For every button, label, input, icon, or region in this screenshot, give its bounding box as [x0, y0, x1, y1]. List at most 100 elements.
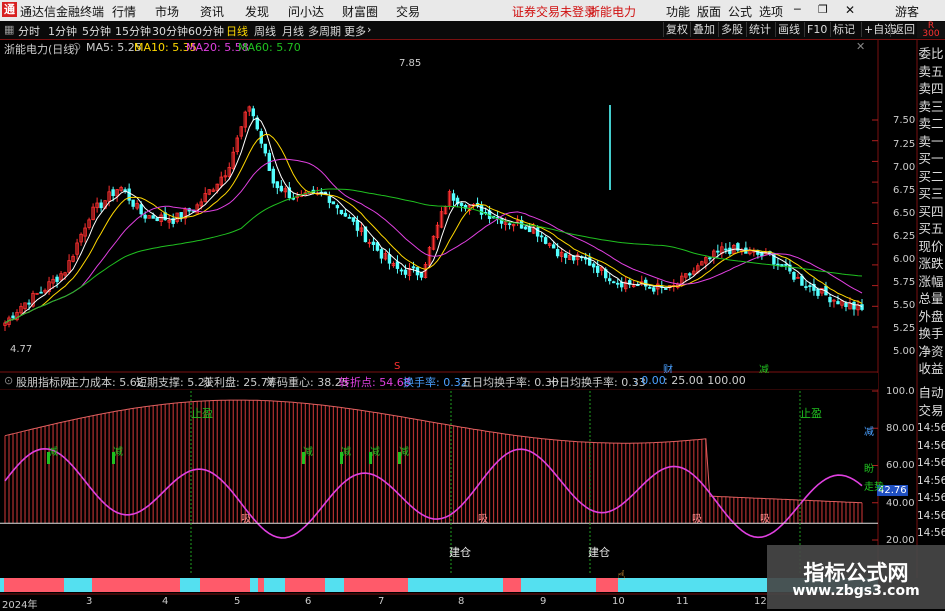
candle-body	[155, 217, 159, 222]
sidebar-item[interactable]: 14:56	[917, 420, 945, 438]
candle-body	[688, 273, 692, 276]
ind-support: 短期支撑: 5.21	[136, 376, 212, 389]
sidebar-item[interactable]: 14:56	[917, 490, 945, 508]
sidebar-item[interactable]: 交易	[917, 402, 945, 420]
candle-body	[860, 304, 864, 310]
sidebar-item[interactable]: 卖二	[917, 115, 945, 133]
sidebar-item[interactable]: 买三	[917, 185, 945, 203]
candle-body	[555, 249, 560, 257]
candle-body	[271, 168, 276, 184]
candle-body	[131, 199, 135, 207]
sidebar-item[interactable]: 委比	[917, 45, 945, 63]
indicator-info-bar: ⊙ 股朋指标网 主力成本: 5.62 短期支撑: 5.21 获利盘: 25.77…	[0, 373, 878, 389]
candle-body	[343, 212, 348, 217]
sidebar-item[interactable]: 买一	[917, 150, 945, 168]
build-position-label: 建仓	[588, 546, 610, 559]
candle-body	[395, 261, 400, 269]
sidebar-item[interactable]: 14:56	[917, 438, 945, 456]
candle-body	[387, 254, 392, 264]
sidebar-item[interactable]: 收益	[917, 360, 945, 378]
candle-body	[708, 257, 712, 260]
right-edge-label: 盼	[864, 464, 874, 475]
moving-average-lines	[4, 117, 863, 324]
candle-body	[451, 193, 456, 201]
price-grid	[872, 119, 878, 328]
candle-body	[27, 302, 31, 305]
ind-tick: 80.00	[886, 423, 915, 434]
ind-turning-point: 转折点: 54.68	[339, 376, 411, 389]
candle-body	[143, 214, 147, 219]
candle-body	[800, 275, 804, 286]
candle-body	[792, 272, 796, 280]
candle-body	[251, 108, 255, 117]
status-strip-red	[200, 578, 250, 592]
sidebar-item[interactable]: 买五	[917, 220, 945, 238]
price-tick: 5.50	[893, 300, 916, 311]
x-axis-label: 10	[612, 596, 625, 607]
sidebar-item[interactable]: 卖五	[917, 63, 945, 81]
chart-canvas	[0, 40, 918, 595]
sidebar-item[interactable]: 14:56	[917, 473, 945, 491]
sidebar-item[interactable]: 自动	[917, 384, 945, 402]
sidebar-item[interactable]: 卖一	[917, 133, 945, 151]
sidebar-item[interactable]: 14:56	[917, 508, 945, 526]
sidebar-item[interactable]: 买四	[917, 203, 945, 221]
candle-body	[127, 188, 131, 201]
candle-body	[804, 286, 808, 288]
candle-body	[411, 266, 416, 269]
x-axis-label: 6	[305, 596, 312, 607]
sidebar-item[interactable]: 涨跌	[917, 255, 945, 273]
indicator-name[interactable]: 股朋指标网	[16, 374, 71, 390]
price-tick: 7.50	[893, 115, 916, 126]
candle-body	[279, 185, 284, 192]
x-axis-label: 5	[234, 596, 241, 607]
x-axis-label: 7	[378, 596, 385, 607]
candle-body	[523, 226, 528, 230]
x-axis-label: 9	[540, 596, 547, 607]
sidebar-item[interactable]: 卖三	[917, 98, 945, 116]
sidebar-item[interactable]: 买二	[917, 168, 945, 186]
candle-body	[776, 263, 780, 266]
x-axis-label: 8	[458, 596, 465, 607]
candle-body	[347, 216, 352, 219]
ind-10d-turnover: 十日均换手率: 0.33	[548, 376, 646, 389]
candle-body	[716, 250, 720, 253]
candle-body	[99, 202, 103, 209]
sidebar-item[interactable]: 14:56	[917, 525, 945, 543]
sidebar-item[interactable]: 总量	[917, 290, 945, 308]
watermark-banner[interactable]: 指标公式网 www.zbgs3.com	[767, 545, 945, 609]
reduce-label: 减	[370, 447, 380, 458]
sidebar-item[interactable]: 外盘	[917, 308, 945, 326]
sidebar-item[interactable]: 净资	[917, 343, 945, 361]
candle-body	[551, 244, 556, 249]
candle-body	[371, 241, 376, 245]
x-axis-labels: 2024年 3 4 5 6 7 8 9 10 11 12	[0, 596, 878, 611]
sidebar-item[interactable]: 14:56	[917, 455, 945, 473]
ind-tick: 60.00	[886, 460, 915, 471]
reduce-label: 减	[303, 447, 313, 458]
ind-value-c: : 100.00	[700, 374, 746, 387]
indicator-settings-icon[interactable]: ⊙	[4, 374, 13, 387]
time-axis	[0, 578, 878, 595]
candle-body	[724, 248, 728, 251]
candle-body	[608, 278, 612, 282]
build-position-label: 建仓	[449, 546, 471, 559]
sidebar-item[interactable]: 现价	[917, 238, 945, 256]
reduce-label: 减	[113, 447, 123, 458]
sidebar-item[interactable]: 卖四	[917, 80, 945, 98]
status-strip-red	[92, 578, 180, 592]
candle-body	[784, 263, 788, 266]
candle-body	[612, 281, 616, 284]
candle-body	[836, 301, 840, 305]
candle-body	[563, 253, 568, 258]
candle-body	[595, 265, 600, 273]
candle-body	[808, 285, 812, 288]
candle-body	[591, 263, 596, 268]
candle-body	[351, 217, 356, 222]
sidebar-item[interactable]: 涨幅	[917, 273, 945, 291]
sidebar-item[interactable]: 换手	[917, 325, 945, 343]
price-tick: 6.25	[893, 231, 916, 242]
status-strip-red	[258, 578, 264, 592]
ind-profit: 获利盘: 25.77	[203, 376, 275, 389]
indicator-lines	[0, 447, 878, 539]
